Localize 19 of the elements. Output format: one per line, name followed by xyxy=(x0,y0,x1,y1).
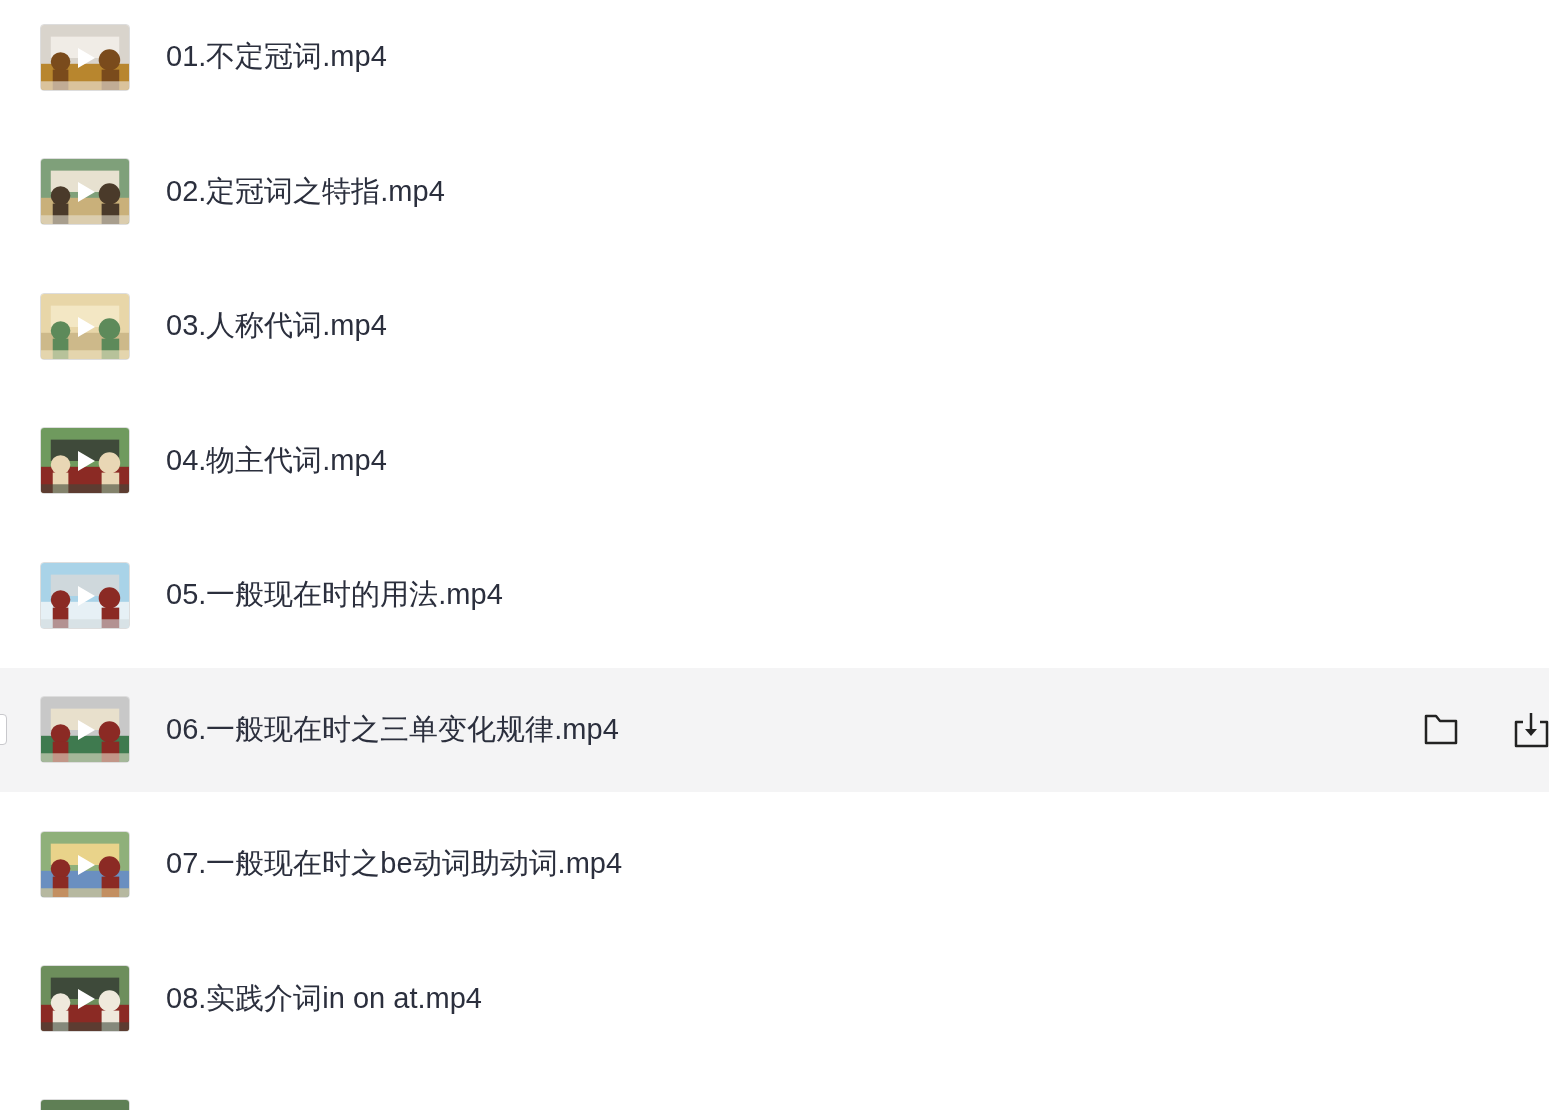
file-row[interactable]: 06.一般现在时之三单变化规律.mp4 xyxy=(0,667,1549,792)
play-icon xyxy=(77,451,95,471)
play-icon xyxy=(77,720,95,740)
play-icon xyxy=(77,989,95,1009)
file-name[interactable]: 03.人称代词.mp4 xyxy=(166,304,387,348)
play-icon xyxy=(77,854,95,875)
file-name[interactable]: 04.物主代词.mp4 xyxy=(166,438,387,483)
download-icon[interactable] xyxy=(1513,711,1549,748)
play-icon xyxy=(77,182,95,202)
play-icon xyxy=(77,47,95,68)
play-icon xyxy=(77,316,95,337)
file-name[interactable]: 06.一般现在时之三单变化规律.mp4 xyxy=(166,707,619,752)
file-name[interactable]: 08.实践介词in on at.mp4 xyxy=(166,976,482,1021)
play-icon xyxy=(77,585,95,606)
file-name[interactable]: 05.一般现在时的用法.mp4 xyxy=(166,573,503,617)
file-name[interactable]: 07.一般现在时之be动词助动词.mp4 xyxy=(166,842,623,886)
file-name[interactable]: 02.定冠词之特指.mp4 xyxy=(166,169,445,214)
folder-icon[interactable] xyxy=(1423,714,1459,745)
file-name[interactable]: 01.不定冠词.mp4 xyxy=(166,35,387,79)
